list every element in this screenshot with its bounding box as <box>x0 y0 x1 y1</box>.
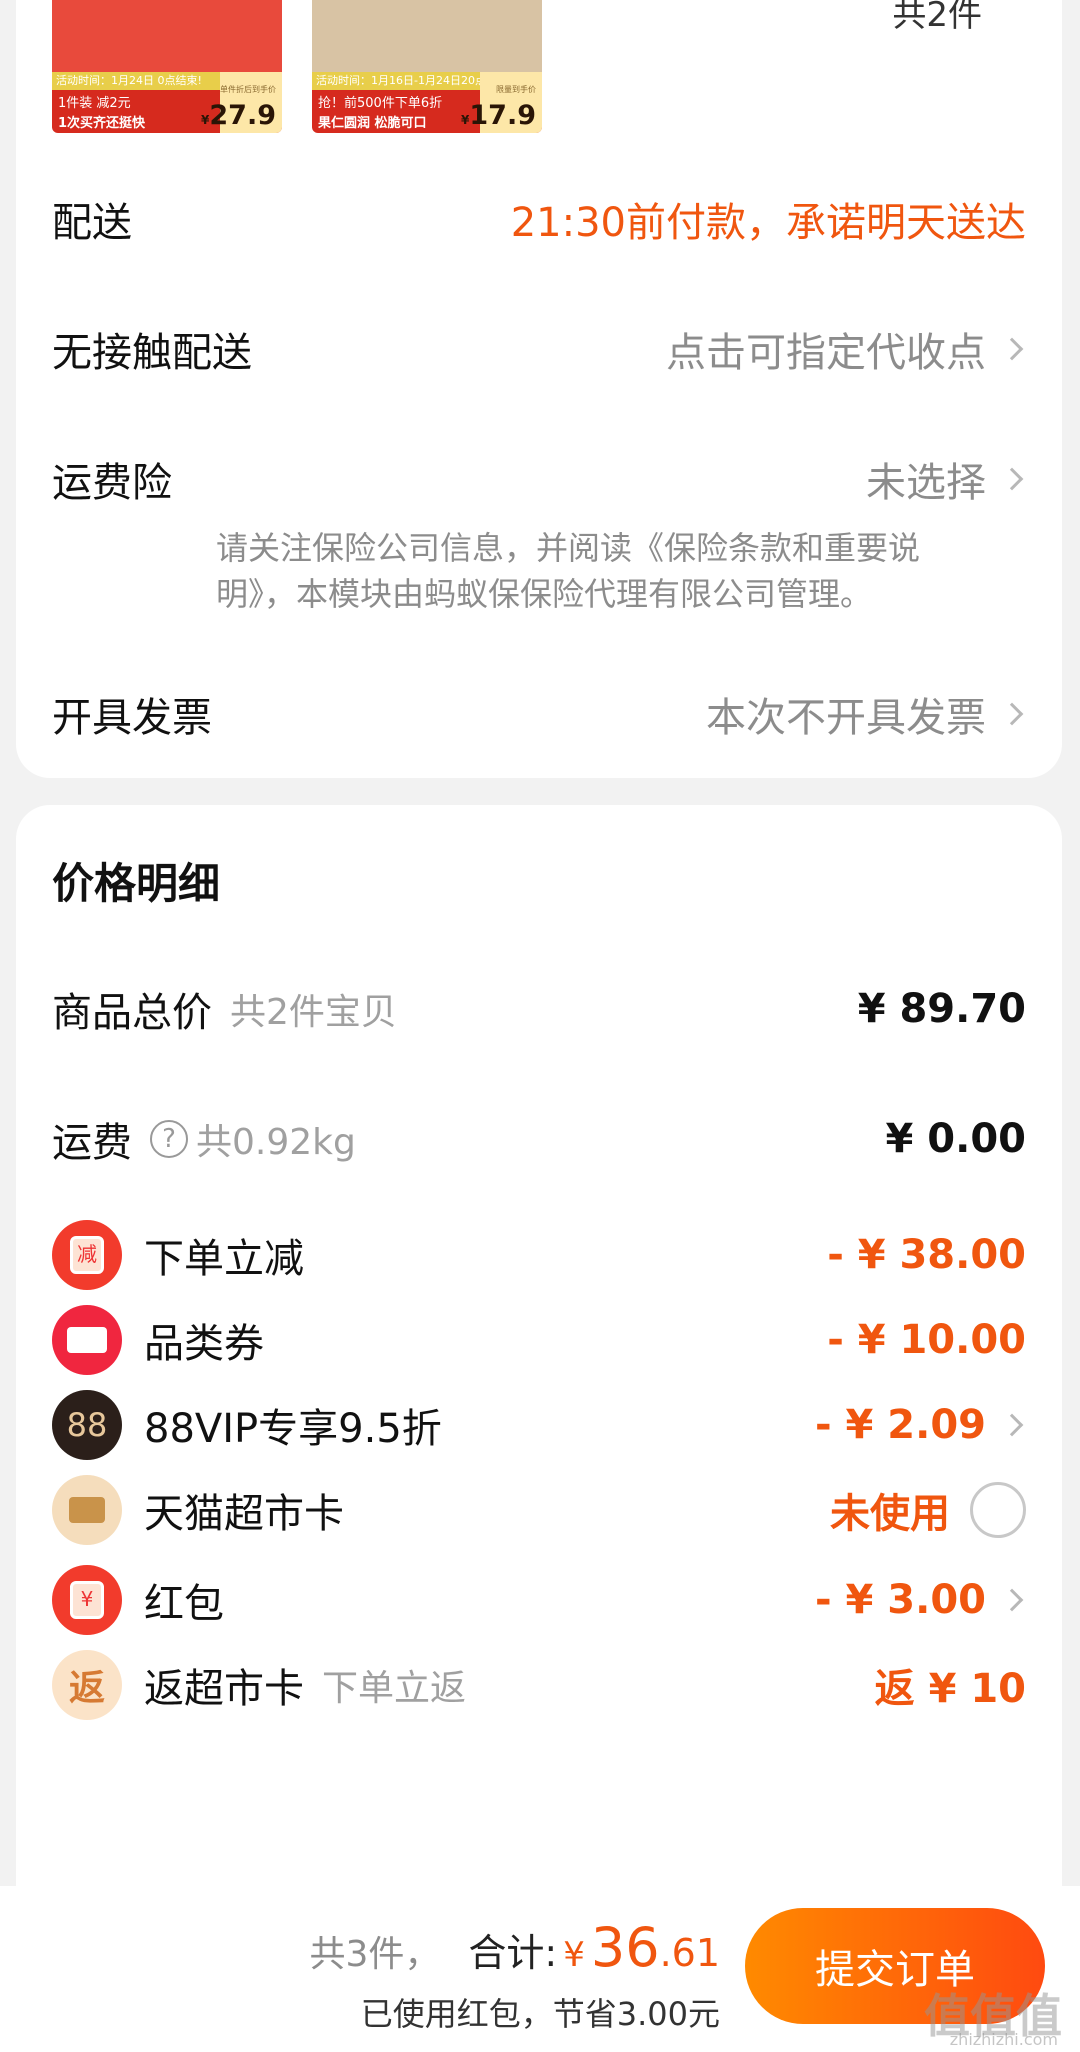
discount-amount: - ¥ 3.00 <box>815 1577 986 1623</box>
shipping-fee-amount: ¥ 0.00 <box>885 1116 1026 1162</box>
invoice-status: 本次不开具发票 <box>706 695 986 741</box>
chevron-right-icon <box>1000 1413 1024 1437</box>
discount-label: 下单立减 <box>144 1236 304 1282</box>
product-thumbnail-2[interactable]: 活动时间：1月16日-1月24日20点 抢！前500件下单6折 果仁圆润 松脆可… <box>312 0 542 133</box>
goods-count: 共2件宝贝 <box>230 992 397 1033</box>
total-label: 合计: <box>468 1931 558 1975</box>
section-title: 价格明细 <box>52 859 221 908</box>
reduce-icon: 减 <box>52 1220 122 1290</box>
currency-symbol: ¥ <box>563 1935 585 1975</box>
discount-amount: - ¥ 38.00 <box>827 1232 1026 1278</box>
discount-row-coupon: 品类券 - ¥ 10.00 <box>52 1305 1026 1375</box>
goods-total-label: 商品总价 <box>52 990 212 1036</box>
rebate-note: 下单立返 <box>322 1668 467 1709</box>
promo-line: 1次买齐还挺快 <box>58 116 146 131</box>
price-note: 单件折后到手价 <box>220 85 276 94</box>
contactless-label: 无接触配送 <box>52 330 252 376</box>
discount-row-reduce: 减 下单立减 - ¥ 38.00 <box>52 1220 1026 1290</box>
shipping-weight: 共0.92kg <box>196 1122 356 1163</box>
shipping-insurance-label: 运费险 <box>52 460 172 506</box>
insurance-disclaimer: 请关注保险公司信息，并阅读《保险条款和重要说明》，本模块由蚂蚁保保险代理有限公司… <box>216 529 921 613</box>
discount-row-88vip[interactable]: 88 88VIP专享9.5折 - ¥ 2.09 <box>52 1390 1026 1460</box>
discount-row-rebate: 返 返超市卡 下单立返 返 ¥ 10 <box>52 1650 1026 1720</box>
shipping-fee-label: 运费 <box>52 1120 132 1166</box>
rebate-icon: 返 <box>52 1650 122 1720</box>
red-packet-icon: ¥ <box>52 1565 122 1635</box>
savings-text: 已使用红包，节省3.00元 <box>360 1995 720 2033</box>
rebate-amount: 返 ¥ 10 <box>874 1666 1026 1712</box>
discount-row-red-packet[interactable]: ¥ 红包 - ¥ 3.00 <box>52 1565 1026 1635</box>
promo-line: 抢！前500件下单6折 <box>318 96 443 111</box>
order-options-card: 活动时间：1月24日 0点结束! 1件装 减2元 1次买齐还挺快 单件折后到手价… <box>16 0 1062 778</box>
delivery-label: 配送 <box>52 200 132 246</box>
goods-total-row: 商品总价 共2件宝贝 ¥ 89.70 <box>52 980 1026 1038</box>
88vip-icon: 88 <box>52 1390 122 1460</box>
help-icon[interactable]: ? <box>150 1120 188 1158</box>
item-quantity: 共2件 <box>892 0 982 30</box>
chevron-right-icon <box>1000 467 1024 491</box>
product-thumbnail-1[interactable]: 活动时间：1月24日 0点结束! 1件装 减2元 1次买齐还挺快 单件折后到手价… <box>52 0 282 133</box>
card-status: 未使用 <box>830 1491 950 1537</box>
price-detail-card: 价格明细 商品总价 共2件宝贝 ¥ 89.70 运费 ? 共0.92kg ¥ 0… <box>16 805 1062 1895</box>
goods-total-amount: ¥ 89.70 <box>857 986 1026 1032</box>
insurance-status: 未选择 <box>866 460 986 506</box>
card-icon <box>52 1475 122 1545</box>
checkout-bar: 共3件， 合计: ¥ 36 .61 已使用红包，节省3.00元 提交订单 <box>0 1886 1080 2052</box>
invoice-label: 开具发票 <box>52 695 212 741</box>
chevron-right-icon <box>1000 1588 1024 1612</box>
delivery-promise: 21:30前付款，承诺明天送达 <box>510 200 1026 246</box>
discount-label: 88VIP专享9.5折 <box>144 1406 442 1452</box>
total-decimal: .61 <box>659 1931 720 1975</box>
shipping-insurance-row[interactable]: 运费险 未选择 <box>52 450 1026 508</box>
use-card-radio[interactable] <box>970 1482 1026 1538</box>
price-note: 限量到手价 <box>496 85 536 94</box>
watermark-url: zhizhizhi.com <box>949 2030 1058 2049</box>
discount-amount: - ¥ 10.00 <box>827 1317 1026 1363</box>
coupon-icon <box>52 1305 122 1375</box>
discount-amount: - ¥ 2.09 <box>815 1402 986 1448</box>
shipping-fee-row: 运费 ? 共0.92kg ¥ 0.00 <box>52 1110 1026 1168</box>
pickup-point-link[interactable]: 点击可指定代收点 <box>666 320 986 378</box>
promo-line: 果仁圆润 松脆可口 <box>318 116 427 131</box>
product-price: ¥27.9 <box>201 100 276 131</box>
chevron-right-icon <box>1000 702 1024 726</box>
order-summary: 共3件， 合计: ¥ 36 .61 已使用红包，节省3.00元 <box>309 1916 720 2035</box>
discount-row-card: 天猫超市卡 未使用 <box>52 1475 1026 1545</box>
total-count: 共3件， <box>309 1934 441 1975</box>
discount-label: 品类券 <box>144 1321 264 1367</box>
contactless-row[interactable]: 无接触配送 点击可指定代收点 <box>52 320 1026 378</box>
discount-label: 返超市卡 <box>144 1666 304 1712</box>
delivery-row: 配送 21:30前付款，承诺明天送达 <box>52 190 1026 248</box>
promo-line: 1件装 减2元 <box>58 96 131 111</box>
total-integer: 36 <box>590 1916 660 1979</box>
discount-label: 红包 <box>144 1581 224 1627</box>
invoice-row[interactable]: 开具发票 本次不开具发票 <box>52 685 1026 743</box>
product-price: ¥17.9 <box>461 100 536 131</box>
discount-label: 天猫超市卡 <box>144 1491 344 1537</box>
product-image <box>52 0 282 72</box>
chevron-right-icon <box>1000 337 1024 361</box>
product-image <box>312 0 542 72</box>
